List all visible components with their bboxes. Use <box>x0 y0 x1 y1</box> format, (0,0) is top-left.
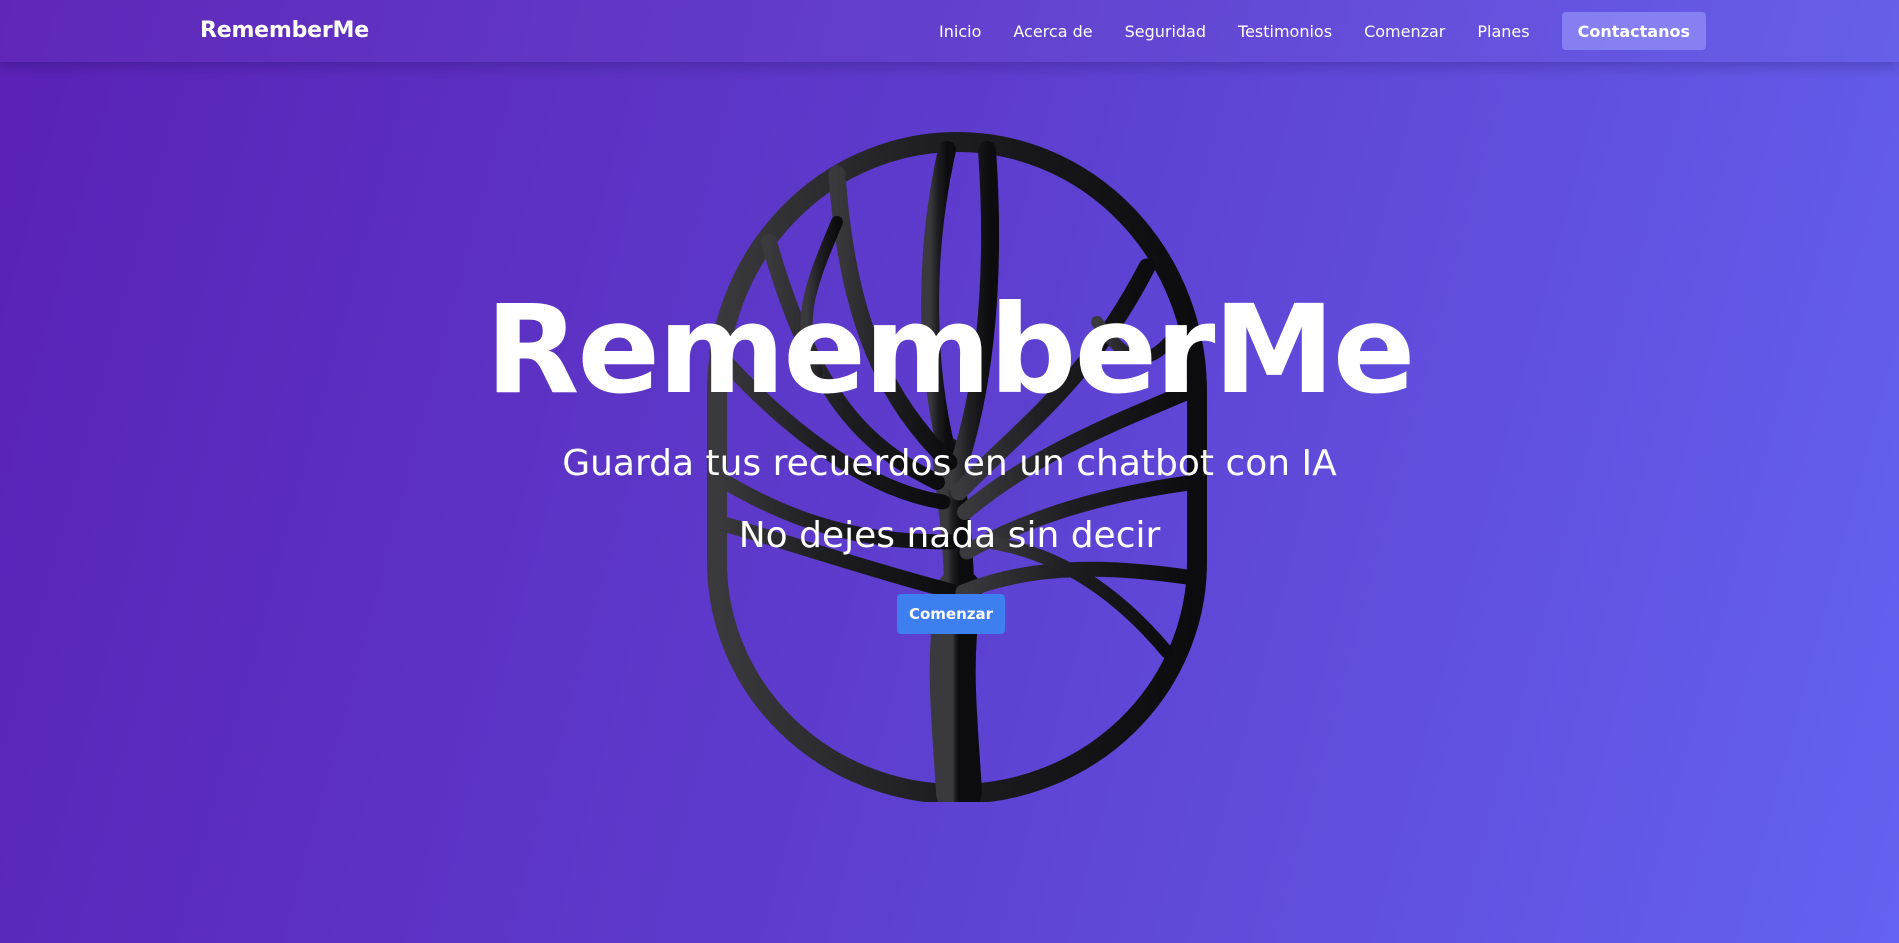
get-started-button[interactable]: Comenzar <box>897 594 1005 634</box>
nav-link-seguridad[interactable]: Seguridad <box>1125 22 1206 41</box>
nav-link-testimonios[interactable]: Testimonios <box>1238 22 1332 41</box>
brand-logo-link[interactable]: RememberMe <box>200 18 369 43</box>
hero-title: RememberMe <box>485 279 1415 421</box>
nav-link-inicio[interactable]: Inicio <box>939 22 981 41</box>
nav-links: Inicio Acerca de Seguridad Testimonios C… <box>939 12 1706 50</box>
nav-link-comenzar[interactable]: Comenzar <box>1364 22 1445 41</box>
nav-link-planes[interactable]: Planes <box>1477 22 1529 41</box>
navbar: RememberMe Inicio Acerca de Seguridad Te… <box>0 0 1899 62</box>
contact-button[interactable]: Contactanos <box>1561 12 1706 50</box>
nav-link-acerca-de[interactable]: Acerca de <box>1013 22 1092 41</box>
hero-tagline: No dejes nada sin decir <box>738 515 1161 556</box>
hero-subtitle: Guarda tus recuerdos en un chatbot con I… <box>562 443 1337 484</box>
